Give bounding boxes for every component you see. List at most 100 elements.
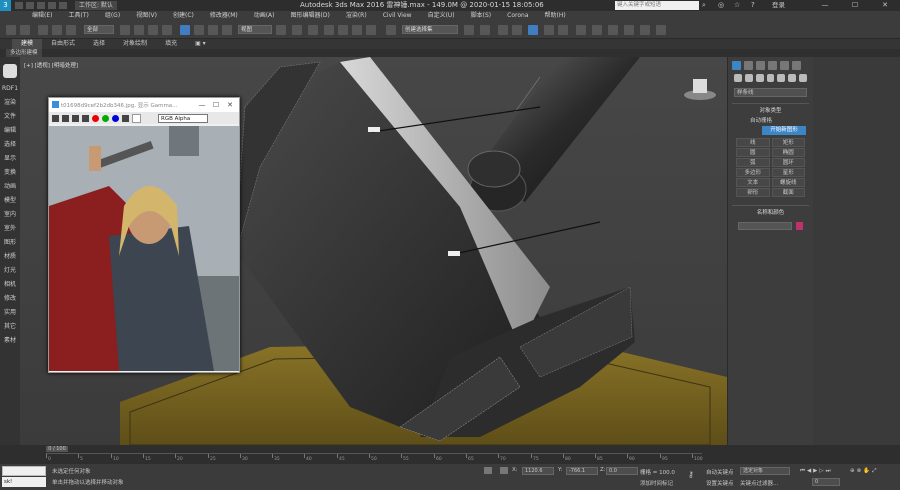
text-button[interactable]: 文本: [736, 178, 770, 187]
schematic-view-icon[interactable]: [558, 25, 568, 35]
redo-icon[interactable]: [59, 2, 67, 9]
ribbon-options-icon[interactable]: ▣ ▾: [186, 39, 215, 49]
y-coordinate-field[interactable]: -766.1: [566, 467, 598, 475]
undo-icon[interactable]: [48, 2, 56, 9]
viewport-label[interactable]: [+] [透视] [明暗处理]: [24, 61, 78, 69]
menu-tools[interactable]: 工具(T): [60, 11, 96, 21]
blue-channel-icon[interactable]: [112, 114, 119, 122]
tab-selection[interactable]: 选择: [84, 39, 114, 49]
maxscript-mini-field[interactable]: sk!: [2, 477, 46, 487]
leftbar-item-file[interactable]: 文件: [0, 110, 20, 124]
menu-edit[interactable]: 编辑(E): [24, 11, 60, 21]
z-coordinate-field[interactable]: 0.0: [606, 467, 638, 475]
rendered-frame-window-icon[interactable]: [608, 25, 618, 35]
select-and-rotate-icon[interactable]: [194, 25, 204, 35]
channel-dropdown[interactable]: RGB Alpha: [158, 113, 208, 123]
leftbar-item-select[interactable]: 选择: [0, 138, 20, 152]
scene-explorer-icon[interactable]: [512, 25, 522, 35]
green-channel-icon[interactable]: [102, 114, 109, 122]
save-file-icon[interactable]: [37, 2, 45, 9]
key-icon[interactable]: ⚷: [688, 470, 694, 479]
named-selection-dropdown[interactable]: 创建选择集: [402, 25, 458, 34]
geometry-icon[interactable]: [734, 74, 742, 82]
frame-buffer-close-button[interactable]: ✕: [223, 98, 237, 112]
workspace-dropdown[interactable]: 工作区: 默认: [75, 1, 117, 10]
circle-button[interactable]: 圆: [736, 148, 770, 157]
space-warps-icon[interactable]: [788, 74, 797, 82]
auto-key-button[interactable]: 自动关键点: [706, 468, 734, 476]
pivot-center-icon[interactable]: [276, 25, 286, 35]
object-color-swatch[interactable]: [796, 222, 803, 230]
copy-image-icon[interactable]: [62, 114, 69, 122]
keyboard-shortcut-override-icon[interactable]: [308, 25, 318, 35]
render-setup-icon[interactable]: [592, 25, 602, 35]
cameras-icon[interactable]: [766, 74, 775, 82]
leftbar-item-transform[interactable]: 变换: [0, 166, 20, 180]
align-icon[interactable]: [480, 25, 490, 35]
menu-animation[interactable]: 动画(A): [246, 11, 283, 21]
playback-controls-icon[interactable]: ⏮◀▶▷⏭: [800, 468, 833, 475]
menu-customize[interactable]: 自定义(U): [420, 11, 463, 21]
menu-modifiers[interactable]: 修改器(M): [202, 11, 246, 21]
mirror-icon[interactable]: [464, 25, 474, 35]
new-file-icon[interactable]: [15, 2, 23, 9]
select-and-scale-icon[interactable]: [208, 25, 218, 35]
menu-corona[interactable]: Corona: [499, 11, 536, 21]
set-key-button[interactable]: 设置关键点: [706, 479, 734, 487]
create-tab-icon[interactable]: [732, 61, 741, 70]
search-icon[interactable]: ⌕: [702, 1, 706, 10]
reference-coordinate-dropdown[interactable]: 视图: [238, 25, 272, 34]
arc-button[interactable]: 弧: [736, 158, 770, 167]
name-color-header[interactable]: 名称和颜色: [732, 206, 809, 218]
shape-category-dropdown[interactable]: 样条线: [734, 88, 807, 97]
isolate-selection-icon[interactable]: [500, 467, 508, 474]
star-button[interactable]: 星形: [771, 168, 805, 177]
ribbon-toggle-icon[interactable]: [528, 25, 538, 35]
render-production-icon[interactable]: [624, 25, 634, 35]
save-image-icon[interactable]: [52, 114, 59, 122]
menu-create[interactable]: 创建(C): [165, 11, 202, 21]
select-and-move-icon[interactable]: [180, 25, 190, 35]
leftbar-item-edit[interactable]: 编辑: [0, 124, 20, 138]
systems-icon[interactable]: [799, 74, 808, 82]
sign-in-button[interactable]: 登录: [772, 0, 785, 11]
section-button[interactable]: 截面: [771, 188, 805, 197]
render-iterative-icon[interactable]: [640, 25, 650, 35]
help-icon[interactable]: ?: [751, 1, 755, 9]
timeline-track[interactable]: 0 5 10 15 20 25 30 35 40 45 50 55 60 65 70 75 80 85 90 95 10…: [46, 453, 703, 463]
clone-window-icon[interactable]: [72, 114, 79, 122]
key-filters-button[interactable]: 关键点过滤器...: [740, 479, 778, 487]
star-icon[interactable]: ☆: [734, 1, 740, 9]
render-activeshade-icon[interactable]: [656, 25, 666, 35]
frame-buffer-maximize-button[interactable]: ☐: [209, 98, 223, 112]
lights-icon[interactable]: [755, 74, 764, 82]
binoculars-icon[interactable]: ◎: [718, 1, 724, 9]
start-new-shape-button[interactable]: 开始新图形: [762, 126, 806, 135]
minimize-button[interactable]: —: [810, 0, 840, 11]
leftbar-item-camera[interactable]: 相机: [0, 278, 20, 292]
utilities-tab-icon[interactable]: [792, 61, 801, 70]
tab-freeform[interactable]: 自由形式: [42, 39, 84, 49]
polygon-modeling-label[interactable]: 多边形建模: [6, 49, 42, 57]
select-object-icon[interactable]: [120, 25, 130, 35]
alpha-channel-icon[interactable]: [122, 114, 129, 122]
layer-explorer-icon[interactable]: [498, 25, 508, 35]
auto-grid-checkbox[interactable]: 自动栅格: [732, 116, 809, 125]
leftbar-item-interior[interactable]: 室内: [0, 208, 20, 222]
object-type-header[interactable]: 对象类型: [732, 104, 809, 116]
leftbar-item-shapes[interactable]: 图形: [0, 236, 20, 250]
key-selection-dropdown[interactable]: 选定对象: [740, 467, 790, 475]
max-logo-icon[interactable]: 3: [0, 0, 11, 11]
shapes-icon[interactable]: [744, 74, 753, 82]
modify-tab-icon[interactable]: [744, 61, 753, 70]
select-and-place-icon[interactable]: [222, 25, 232, 35]
open-file-icon[interactable]: [26, 2, 34, 9]
line-button[interactable]: 线: [736, 138, 770, 147]
donut-button[interactable]: 圆环: [771, 158, 805, 167]
rectangular-selection-icon[interactable]: [148, 25, 158, 35]
object-name-field[interactable]: [738, 222, 792, 230]
leftbar-item-render[interactable]: 渲染: [0, 96, 20, 110]
leftbar-item-material[interactable]: 材质: [0, 250, 20, 264]
clear-icon[interactable]: [82, 114, 89, 122]
add-time-tag-button[interactable]: 添加时间标记: [640, 479, 673, 487]
